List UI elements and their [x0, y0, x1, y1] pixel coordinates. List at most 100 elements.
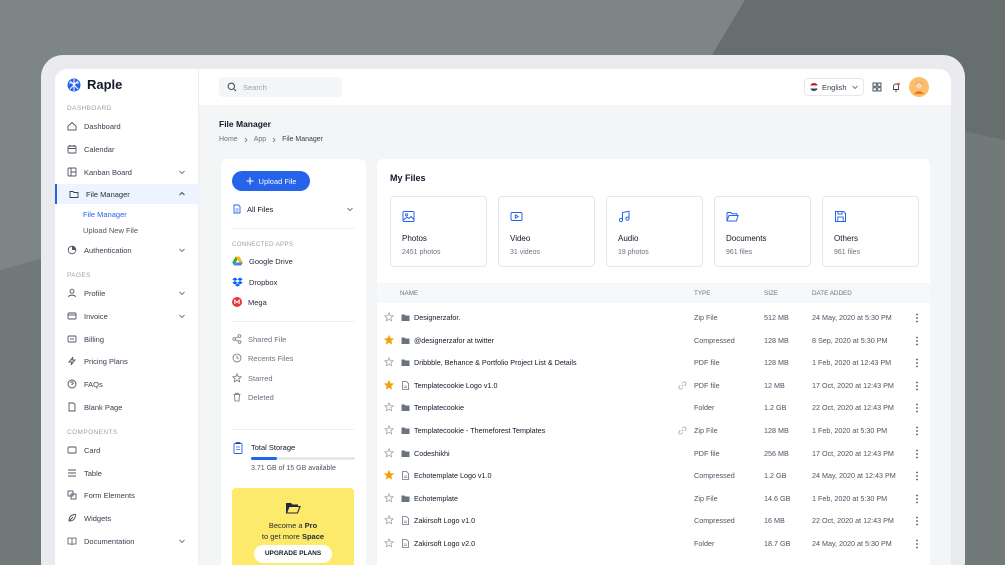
app-label: Google Drive — [249, 256, 293, 266]
table-row[interactable]: @designerzafor at twitter Compressed 128 M… — [377, 330, 930, 353]
star-icon[interactable] — [384, 447, 394, 458]
column-type[interactable]: Type — [694, 290, 710, 297]
column-date[interactable]: Date Added — [812, 290, 852, 297]
breadcrumb-home[interactable]: Home — [219, 136, 238, 143]
app-google-drive[interactable]: Google Drive — [232, 256, 293, 266]
sidebar-item-file-manager[interactable]: File Manager — [55, 184, 198, 204]
star-icon[interactable] — [384, 402, 394, 413]
star-filled-icon[interactable] — [384, 470, 394, 480]
category-others[interactable]: Others 961 files — [822, 196, 919, 267]
table-row[interactable]: Zakirsoft Logo v1.0 Compressed 16 MB 22 Oct… — [377, 510, 930, 533]
sidebar-item-card[interactable]: Card — [55, 440, 198, 460]
subitem-file-manager[interactable]: File Manager — [83, 210, 127, 219]
more-vertical-icon[interactable] — [915, 494, 919, 504]
sidebar-item-table[interactable]: Table — [55, 463, 198, 483]
chevron-down-icon — [179, 314, 185, 319]
sidebar-item-kanban[interactable]: Kanban Board — [55, 162, 198, 182]
link-icon[interactable] — [678, 426, 687, 435]
subitem-upload-new-file[interactable]: Upload New File — [83, 226, 138, 235]
link-recent-files[interactable]: Recents Files — [232, 353, 293, 363]
upgrade-plans-button[interactable]: UPGRADE PLANS — [254, 545, 332, 563]
chevron-up-icon — [179, 191, 185, 196]
sidebar-item-label: FAQs — [84, 379, 103, 389]
table-row[interactable]: Codeshikhi PDF file 256 MB 17 Oct, 2020 at … — [377, 443, 930, 466]
category-documents[interactable]: Documents 961 files — [714, 196, 811, 267]
link-shared-file[interactable]: Shared File — [232, 334, 286, 344]
more-vertical-icon[interactable] — [915, 381, 919, 391]
file-name: Echotemplate Logo v1.0 — [414, 471, 492, 481]
table-row[interactable]: Templatecookie Logo v1.0 PDF file 12 MB 17 … — [377, 375, 930, 398]
sidebar-item-profile[interactable]: Profile — [55, 283, 198, 303]
more-vertical-icon[interactable] — [915, 403, 919, 413]
table-row[interactable]: Echotemplate Zip File 14.6 GB 1 Feb, 2020 a… — [377, 488, 930, 511]
language-select[interactable]: English — [804, 78, 864, 96]
star-icon[interactable] — [384, 538, 394, 548]
apps-grid-icon[interactable] — [872, 82, 882, 92]
star-filled-icon[interactable] — [384, 334, 394, 345]
star-icon[interactable] — [384, 312, 394, 322]
more-vertical-icon[interactable] — [915, 358, 919, 368]
category-count: 961 files — [726, 249, 753, 256]
sidebar-item-invoice[interactable]: Invoice — [55, 306, 198, 326]
sidebar-item-label: Calendar — [84, 144, 115, 154]
more-vertical-icon[interactable] — [915, 426, 919, 436]
bell-icon[interactable] — [891, 82, 901, 92]
table-row[interactable]: Templatecookie Folder 1.2 GB 22 Oct, 2020 a… — [377, 397, 930, 420]
promo-line1: Become a — [268, 521, 305, 530]
column-name[interactable]: Name — [400, 290, 418, 297]
my-files-panel: My Files Photos 2451 photos Video 31 vid… — [377, 159, 930, 565]
all-files-label: All Files — [247, 204, 274, 214]
search-input[interactable]: Search — [219, 77, 342, 97]
file-type: Compressed — [694, 516, 735, 526]
table-row[interactable]: Zakirsoft Logo v2.0 Folder 18.7 GB 24 May, … — [377, 533, 930, 556]
more-vertical-icon[interactable] — [915, 471, 919, 481]
category-video[interactable]: Video 31 videos — [498, 196, 595, 267]
table-row[interactable]: Designerzafor. Zip File 512 MB 24 May, 2020… — [377, 307, 930, 330]
sidebar-item-label: Widgets — [84, 513, 112, 523]
category-audio[interactable]: Audio 19 photos — [606, 196, 703, 267]
more-vertical-icon[interactable] — [915, 313, 919, 323]
more-vertical-icon[interactable] — [915, 336, 919, 346]
sidebar-item-billing[interactable]: Billing — [55, 329, 198, 349]
file-name: Zakirsoft Logo v1.0 — [414, 516, 476, 526]
app-dropbox[interactable]: Dropbox — [232, 277, 277, 287]
breadcrumb-app[interactable]: App — [254, 136, 266, 143]
brand[interactable]: Raple — [67, 77, 122, 92]
sidebar-item-blank-page[interactable]: Blank Page — [55, 397, 198, 417]
more-vertical-icon[interactable] — [915, 449, 919, 459]
file-date: 24 May, 2020 at 12:43 PM — [812, 471, 896, 481]
link-deleted[interactable]: Deleted — [232, 392, 274, 402]
avatar[interactable] — [909, 77, 929, 97]
sidebar-item-faqs[interactable]: FAQs — [55, 374, 198, 394]
star-icon[interactable] — [384, 425, 394, 435]
connected-apps-label: Connected Apps — [232, 241, 294, 248]
sidebar-item-pricing[interactable]: Pricing Plans — [55, 351, 198, 371]
star-icon[interactable] — [384, 515, 394, 526]
table-row[interactable]: Echotemplate Logo v1.0 Compressed 1.2 GB 24… — [377, 465, 930, 488]
app-mega[interactable]: Mega — [232, 297, 267, 307]
all-files-dropdown[interactable]: All Files — [232, 204, 354, 214]
file-type: Zip File — [694, 493, 718, 503]
billing-icon — [67, 335, 77, 343]
storage-text: 3.71 GB of 15 GB available — [251, 465, 336, 472]
more-vertical-icon[interactable] — [915, 539, 919, 549]
more-vertical-icon[interactable] — [915, 516, 919, 526]
category-photos[interactable]: Photos 2451 photos — [390, 196, 487, 267]
storage-progress — [251, 457, 355, 460]
sidebar-item-authentication[interactable]: Authentication — [55, 240, 198, 260]
column-size[interactable]: Size — [764, 290, 778, 297]
user-avatar-icon — [914, 82, 924, 94]
link-icon[interactable] — [678, 381, 687, 390]
upload-file-button[interactable]: Upload File — [232, 171, 310, 191]
star-icon[interactable] — [384, 492, 394, 503]
sidebar-item-documentation[interactable]: Documentation — [55, 531, 198, 551]
sidebar-item-dashboard[interactable]: Dashboard — [55, 116, 198, 136]
sidebar-item-form-elements[interactable]: Form Elements — [55, 485, 198, 505]
table-row[interactable]: Dribbble, Behance & Portfolio Project Li… — [377, 352, 930, 375]
sidebar-item-calendar[interactable]: Calendar — [55, 139, 198, 159]
link-starred[interactable]: Starred — [232, 373, 273, 383]
star-filled-icon[interactable] — [384, 379, 394, 390]
sidebar-item-widgets[interactable]: Widgets — [55, 508, 198, 528]
star-icon[interactable] — [384, 357, 394, 367]
table-row[interactable]: Templatecookie - Themeforest Templates Zi… — [377, 420, 930, 443]
